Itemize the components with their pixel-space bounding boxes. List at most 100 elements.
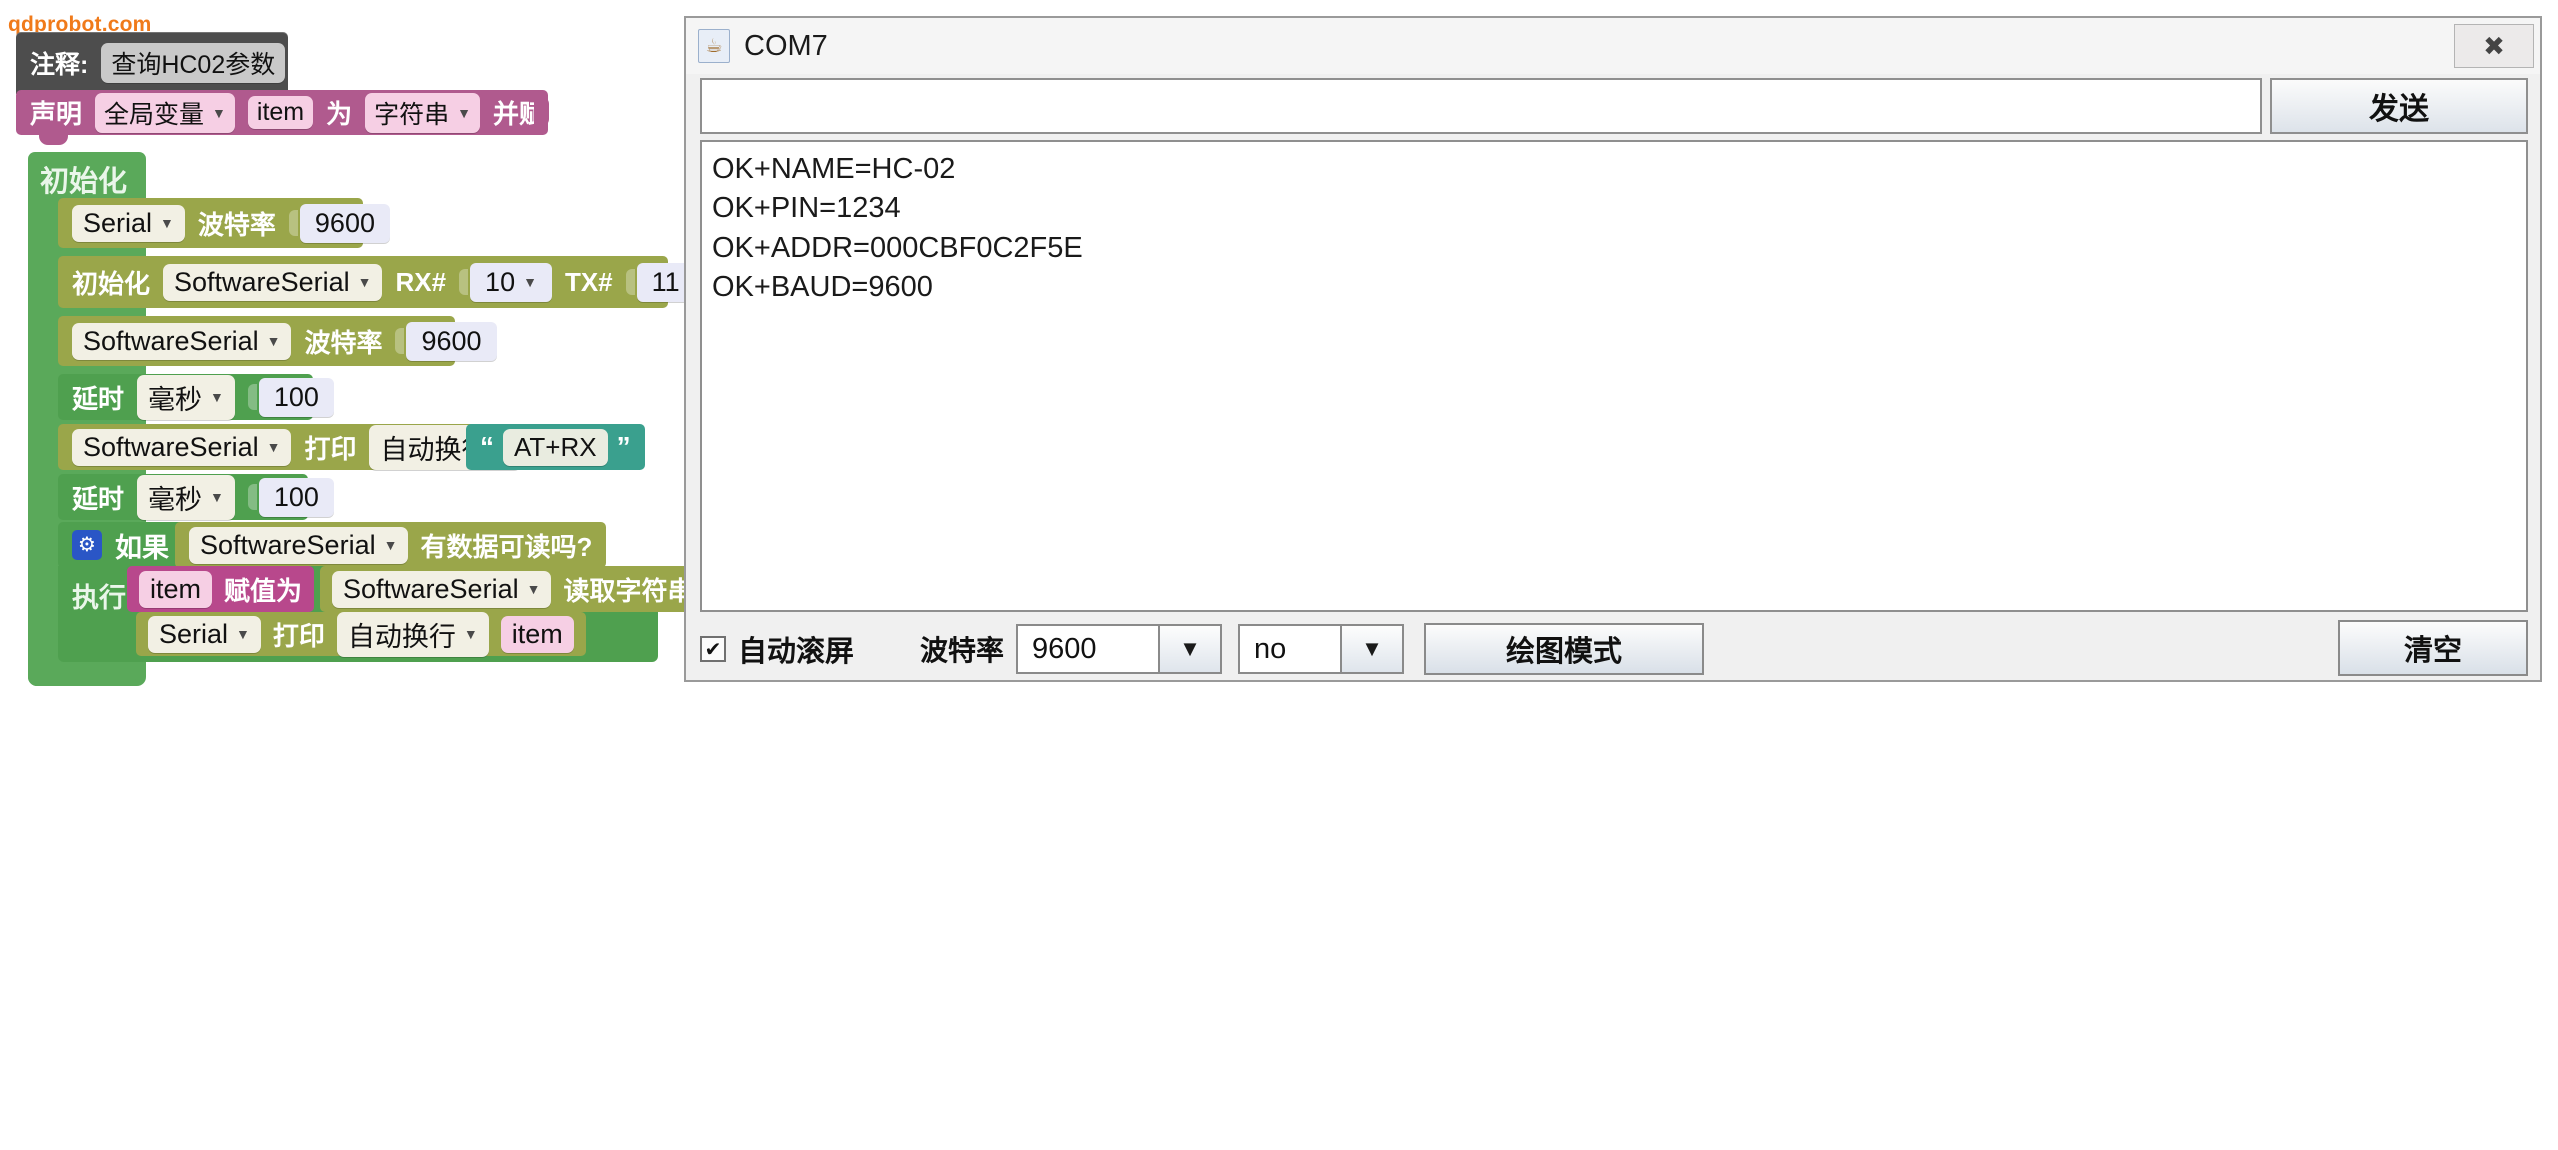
delay-value-1[interactable]: 100	[258, 377, 334, 417]
chevron-down-icon: ▼	[266, 333, 281, 349]
delay-value-2[interactable]: 100	[258, 477, 334, 517]
serial-monitor-window: ☕ COM7 ✖ 发送 OK+NAME=HC-02 OK+PIN=1234 OK…	[684, 16, 2542, 682]
softwareserial-baudrate-row[interactable]: SoftwareSerial ▼ 波特率 9600	[58, 316, 497, 366]
output-line: OK+ADDR=000CBF0C2F5E	[712, 231, 1083, 264]
read-string-block[interactable]: SoftwareSerial ▼ 读取字符串	[320, 566, 706, 612]
send-button[interactable]: 发送	[2270, 78, 2528, 134]
plot-mode-button[interactable]: 绘图模式	[1424, 623, 1705, 675]
quote-open-icon: “	[480, 431, 494, 462]
declare-scope-label: 全局变量	[104, 100, 205, 129]
declare-scope-dropdown[interactable]: 全局变量 ▼	[95, 92, 235, 133]
gear-icon[interactable]: ⚙	[72, 530, 102, 560]
setup-block-label: 初始化	[40, 166, 128, 198]
comment-value-field[interactable]: 查询HC02参数	[101, 43, 286, 83]
softserial-baud-port-label: SoftwareSerial	[83, 325, 259, 356]
read-string-action: 读取字符串	[563, 575, 694, 606]
chevron-down-icon: ▼	[357, 274, 372, 290]
chevron-down-icon[interactable]: ▼	[1340, 626, 1403, 672]
output-line: OK+BAUD=9600	[712, 271, 933, 304]
chevron-down-icon: ▼	[212, 104, 226, 121]
chevron-down-icon[interactable]: ▼	[1158, 626, 1221, 672]
tx-label: TX#	[564, 266, 613, 297]
chevron-down-icon: ▼	[526, 581, 541, 597]
delay-row-2[interactable]: 延时 毫秒 ▼ 100	[58, 474, 334, 520]
rx-pin-dropdown[interactable]: 10 ▼	[470, 262, 552, 302]
assign-variable-name[interactable]: item	[139, 570, 213, 608]
rx-pin-socket: 10 ▼	[459, 262, 552, 302]
serial-port-dropdown[interactable]: Serial ▼	[72, 204, 185, 242]
monitor-bottom-toolbar: ✔ 自动滚屏 波特率 9600 ▼ no ▼ 绘图模式 清空	[700, 620, 2528, 676]
softserial-baud-value[interactable]: 9600	[406, 321, 497, 361]
softserial-port-label: SoftwareSerial	[174, 266, 350, 297]
softserial-baud-socket: 9600	[395, 321, 497, 361]
baudrate-value: 9600	[1032, 632, 1097, 665]
chevron-down-icon: ▼	[210, 389, 224, 405]
serial-newline-dropdown[interactable]: 自动换行 ▼	[336, 611, 489, 657]
close-icon[interactable]: ✖	[2454, 24, 2534, 68]
autoscroll-checkbox[interactable]: ✔	[700, 636, 726, 662]
read-string-port-label: SoftwareSerial	[343, 573, 519, 604]
chevron-down-icon: ▼	[160, 215, 174, 231]
send-input[interactable]	[700, 78, 2262, 134]
if-condition-block[interactable]: SoftwareSerial ▼ 有数据可读吗?	[175, 522, 607, 568]
autoscroll-label: 自动滚屏	[738, 636, 855, 668]
if-condition-text: 有数据可读吗?	[420, 531, 593, 562]
read-string-port-dropdown[interactable]: SoftwareSerial ▼	[332, 570, 552, 608]
baudrate-select[interactable]: 9600 ▼	[1016, 624, 1223, 674]
chevron-down-icon: ▼	[236, 626, 250, 642]
quote-close-icon: ”	[616, 431, 631, 462]
chevron-down-icon: ▼	[210, 489, 224, 505]
serial-print-variable[interactable]: item	[500, 615, 574, 653]
declare-keyword: 声明	[30, 99, 83, 129]
declare-variable-block[interactable]: 声明 全局变量 ▼ item 为 字符串 ▼ 并赋值	[16, 90, 571, 135]
delay-row-1[interactable]: 延时 毫秒 ▼ 100	[58, 374, 334, 420]
declare-assign-word: 并赋值	[493, 99, 572, 129]
monitor-title: COM7	[744, 29, 828, 62]
output-line: OK+NAME=HC-02	[712, 153, 956, 185]
serial-print-row[interactable]: Serial ▼ 打印 自动换行 ▼ item	[136, 611, 586, 657]
serial-output-area[interactable]: OK+NAME=HC-02 OK+PIN=1234 OK+ADDR=000CBF…	[700, 140, 2528, 612]
delay-label-2: 延时	[72, 483, 125, 514]
softserial-baud-port-dropdown[interactable]: SoftwareSerial ▼	[72, 322, 292, 360]
rx-pin-value: 10	[485, 266, 516, 297]
softwareserial-init-row[interactable]: 初始化 SoftwareSerial ▼ RX# 10 ▼ TX# 11 ▼	[58, 256, 717, 308]
softserial-baud-label: 波特率	[304, 327, 383, 358]
declare-as-word: 为	[326, 99, 353, 129]
comment-label: 注释:	[30, 51, 89, 79]
if-condition-port-label: SoftwareSerial	[200, 529, 376, 560]
string-literal-block[interactable]: “ AT+RX ”	[466, 424, 645, 470]
chevron-down-icon: ▼	[463, 626, 478, 642]
softserial-print-port-dropdown[interactable]: SoftwareSerial ▼	[72, 428, 292, 466]
serial-baud-socket: 9600	[289, 203, 390, 243]
serial-baud-label: 波特率	[197, 209, 276, 240]
declare-type-dropdown[interactable]: 字符串 ▼	[365, 92, 481, 133]
if-label: 如果	[115, 532, 169, 563]
delay-unit-label-2: 毫秒	[148, 484, 203, 515]
serial-print-port-dropdown[interactable]: Serial ▼	[148, 615, 261, 653]
comment-block[interactable]: 注释: 查询HC02参数	[16, 32, 288, 94]
string-literal-value[interactable]: AT+RX	[503, 428, 608, 466]
declare-type-label: 字符串	[374, 100, 450, 129]
serial-print-label: 打印	[272, 620, 325, 651]
delay-value-socket-2: 100	[248, 477, 334, 517]
java-icon: ☕	[698, 29, 730, 63]
declare-variable-name[interactable]: item	[247, 96, 314, 129]
assign-variable-block[interactable]: item 赋值为	[127, 566, 315, 612]
clear-button[interactable]: 清空	[2338, 620, 2528, 676]
serial-baud-value[interactable]: 9600	[299, 203, 390, 243]
tx-pin-value: 11	[651, 266, 680, 297]
line-ending-select[interactable]: no ▼	[1238, 624, 1405, 674]
screenshot-root: qdprobot.com 注释: 查询HC02参数 声明 全局变量 ▼ item…	[0, 0, 2558, 1150]
baudrate-label: 波特率	[920, 635, 1005, 666]
chevron-down-icon: ▼	[383, 537, 398, 553]
delay-label-1: 延时	[72, 383, 125, 414]
serial-baudrate-row[interactable]: Serial ▼ 波特率 9600	[58, 198, 390, 248]
if-condition-port-dropdown[interactable]: SoftwareSerial ▼	[189, 526, 409, 564]
softserial-port-dropdown[interactable]: SoftwareSerial ▼	[163, 263, 383, 301]
chevron-down-icon: ▼	[523, 274, 537, 290]
serial-print-port-label: Serial	[159, 618, 229, 649]
delay-unit-dropdown-2[interactable]: 毫秒 ▼	[137, 474, 235, 520]
delay-unit-dropdown-1[interactable]: 毫秒 ▼	[137, 374, 235, 420]
softserial-init-label: 初始化	[72, 268, 151, 299]
delay-unit-label-1: 毫秒	[148, 384, 203, 415]
